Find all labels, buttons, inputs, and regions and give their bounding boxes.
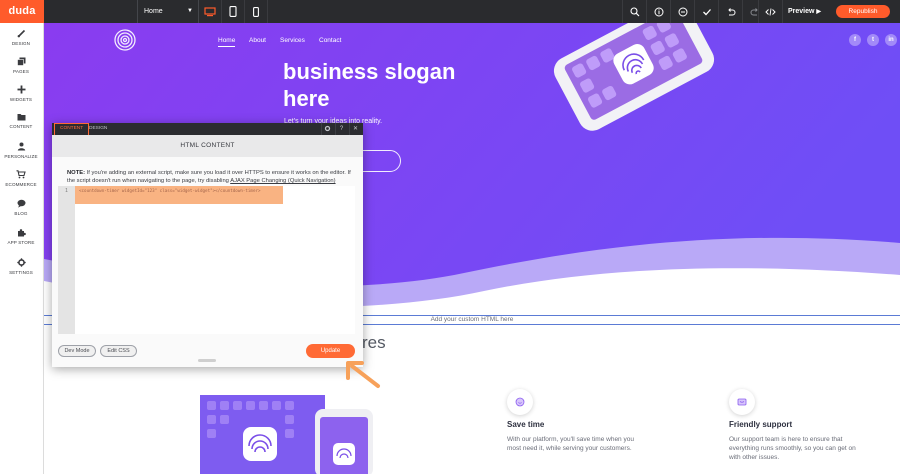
- hero-slogan[interactable]: business slogan here: [283, 58, 493, 112]
- pointer-arrow-icon: [346, 361, 380, 388]
- clock-icon: [515, 397, 525, 407]
- duda-logo[interactable]: duda: [0, 0, 44, 23]
- feature-icon-support: [729, 389, 755, 415]
- sidebar-item-widgets[interactable]: WIDGETS: [0, 81, 42, 109]
- sidebar-item-label: SETTINGS: [9, 270, 33, 275]
- caret-down-icon: ▼: [187, 8, 193, 14]
- code-button[interactable]: [758, 0, 782, 23]
- check-button[interactable]: [694, 0, 718, 23]
- sidebar-item-label: DESIGN: [11, 41, 31, 46]
- update-button[interactable]: Update: [306, 344, 355, 358]
- undo-icon: [727, 7, 735, 15]
- edit-css-button[interactable]: Edit CSS: [100, 345, 137, 357]
- page-selector[interactable]: Home ▼: [137, 0, 199, 23]
- gear-icon: [324, 125, 331, 132]
- close-icon[interactable]: ✕: [349, 123, 361, 135]
- settings-button[interactable]: [321, 123, 333, 135]
- code-line[interactable]: <countdown-timer widgetId="123" class="w…: [79, 188, 261, 193]
- feature-desc-support[interactable]: Our support team is here to ensure that …: [729, 435, 859, 462]
- code-icon: [765, 7, 776, 16]
- cart-icon: [16, 170, 26, 179]
- sidebar-item-label: WIDGETS: [9, 97, 33, 102]
- nav-link-contact[interactable]: Contact: [319, 37, 341, 44]
- code-area[interactable]: [75, 186, 355, 334]
- gear-icon: [16, 258, 26, 267]
- feature-title-save-time[interactable]: Save time: [507, 420, 544, 429]
- support-icon: [737, 398, 747, 406]
- feature-desc-save-time[interactable]: With our platform, you'll save time when…: [507, 435, 637, 453]
- html-code-editor[interactable]: 1 <countdown-timer widgetId="123" class=…: [58, 186, 355, 334]
- tablet-icon: [229, 6, 237, 17]
- mobile-icon: [253, 6, 259, 17]
- preview-label: Preview: [787, 8, 815, 15]
- line-gutter: 1: [58, 186, 75, 334]
- nav-link-about[interactable]: About: [249, 37, 266, 44]
- twitter-icon[interactable]: t: [867, 34, 879, 46]
- sidebar-item-personalize[interactable]: PERSONALIZE: [0, 138, 42, 166]
- left-sidebar: DESIGN PAGES WIDGETS CONTENT PERSONALIZE…: [0, 23, 44, 474]
- sidebar-item-design[interactable]: DESIGN: [0, 25, 42, 53]
- feature-icon-save-time: [507, 389, 533, 415]
- folder-icon: [17, 114, 25, 121]
- sidebar-item-ecommerce[interactable]: ECOMMERCE: [0, 166, 42, 194]
- republish-button[interactable]: Republish: [836, 5, 890, 18]
- tab-design[interactable]: DESIGN: [84, 123, 112, 135]
- check-icon: [702, 8, 711, 15]
- search-button[interactable]: [622, 0, 646, 23]
- dialog-title: HTML CONTENT: [52, 135, 363, 157]
- plus-icon: [17, 85, 25, 94]
- chat-icon: [17, 199, 25, 208]
- info-button[interactable]: [646, 0, 670, 23]
- preview-button[interactable]: Preview ▶: [782, 0, 826, 23]
- tablet-view-button[interactable]: [222, 0, 245, 23]
- person-icon: [17, 142, 25, 151]
- dialog-header: CONTENT DESIGN ? ✕: [52, 123, 363, 135]
- puzzle-icon: [17, 229, 26, 237]
- sidebar-item-label: BLOG: [14, 211, 28, 216]
- sidebar-item-pages[interactable]: PAGES: [0, 53, 42, 81]
- facebook-icon[interactable]: f: [849, 34, 861, 46]
- zoom-out-icon: [678, 7, 687, 16]
- pages-icon: [16, 57, 25, 66]
- desktop-icon: [204, 6, 216, 16]
- sidebar-item-label: PAGES: [13, 69, 29, 74]
- features-image[interactable]: [187, 387, 377, 474]
- linkedin-icon[interactable]: in: [885, 34, 897, 46]
- dev-mode-button[interactable]: Dev Mode: [58, 345, 96, 357]
- page-selector-value: Home: [144, 8, 163, 15]
- sidebar-item-label: ECOMMERCE: [5, 182, 37, 187]
- sidebar-item-blog[interactable]: BLOG: [0, 195, 42, 223]
- desktop-view-button[interactable]: [199, 0, 222, 23]
- sidebar-item-label: APP STORE: [7, 240, 35, 245]
- search-icon: [629, 6, 639, 16]
- nav-link-home[interactable]: Home: [218, 37, 236, 47]
- undo-button[interactable]: [718, 0, 742, 23]
- resize-grip[interactable]: [198, 359, 216, 362]
- note-label: NOTE:: [67, 170, 86, 176]
- feature-title-support[interactable]: Friendly support: [729, 420, 792, 429]
- top-toolbar: duda Home ▼ Preview ▶ Republish: [0, 0, 900, 23]
- sidebar-item-settings[interactable]: SETTINGS: [0, 254, 42, 282]
- features-heading[interactable]: res: [362, 333, 386, 353]
- play-icon: ▶: [816, 9, 822, 15]
- sidebar-item-app-store[interactable]: APP STORE: [0, 224, 42, 252]
- sidebar-item-content[interactable]: CONTENT: [0, 109, 42, 137]
- ajax-settings-link[interactable]: AJAX Page Changing (Quick Navigation): [230, 178, 335, 184]
- zoom-out-button[interactable]: [670, 0, 694, 23]
- dialog-note: NOTE: If you're adding an external scrip…: [67, 169, 357, 185]
- brush-icon: [17, 29, 25, 38]
- info-icon: [654, 7, 663, 16]
- mobile-view-button[interactable]: [245, 0, 268, 23]
- sidebar-item-label: PERSONALIZE: [4, 154, 38, 159]
- sidebar-item-label: CONTENT: [9, 124, 33, 129]
- help-icon[interactable]: ?: [335, 123, 347, 135]
- html-content-dialog: CONTENT DESIGN ? ✕ HTML CONTENT NOTE: If…: [52, 123, 363, 367]
- nav-link-services[interactable]: Services: [280, 37, 305, 44]
